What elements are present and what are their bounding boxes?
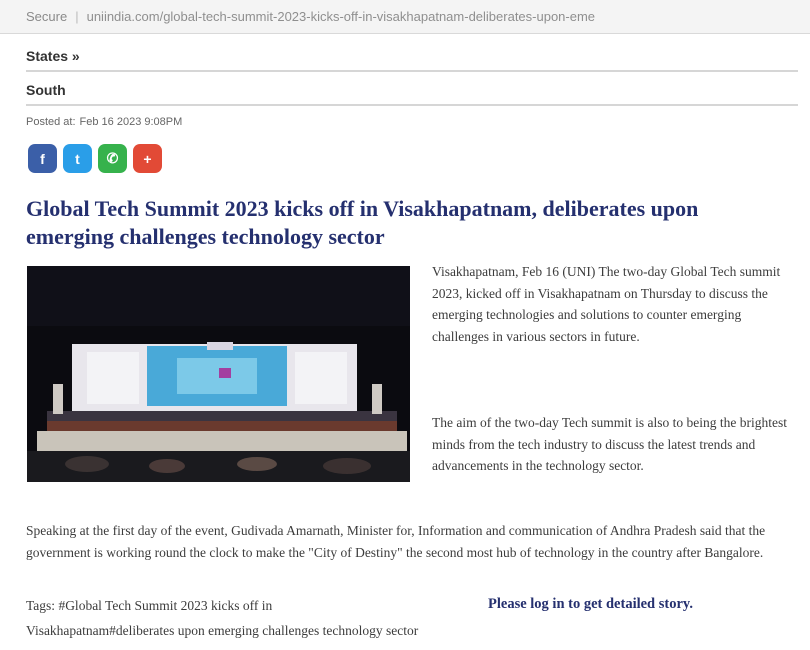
share-facebook-button[interactable]: f [28, 144, 57, 173]
share-twitter-button[interactable]: t [63, 144, 92, 173]
posted-label: Posted at: [26, 116, 76, 128]
twitter-icon: t [75, 150, 80, 167]
nav-south-link[interactable]: South [26, 76, 798, 106]
tags-text: Tags: #Global Tech Summit 2023 kicks off… [26, 598, 272, 614]
article-paragraph-3: Speaking at the first day of the event, … [26, 523, 766, 560]
secure-indicator[interactable]: Secure [26, 9, 67, 24]
whatsapp-icon: ✆ [106, 150, 119, 166]
address-separator: | [75, 9, 79, 24]
article-paragraph-1: Visakhapatnam, Feb 16 (UNI) The two-day … [432, 264, 781, 344]
facebook-icon: f [40, 150, 45, 167]
article-photo [27, 266, 410, 482]
login-prompt-link[interactable]: Please log in to get detailed story. [488, 596, 693, 613]
share-buttons: f t ✆ + [28, 144, 162, 173]
article-headline: Global Tech Summit 2023 kicks off in Vis… [26, 196, 699, 249]
posted-at: Posted at: Feb 16 2023 9:08PM [26, 116, 186, 128]
tags-label: Tags: [26, 598, 56, 613]
share-whatsapp-button[interactable]: ✆ [98, 144, 127, 173]
nav-states-label[interactable]: States » [26, 48, 80, 64]
browser-address-bar[interactable]: Secure | uniindia.com/global-tech-summit… [0, 0, 810, 34]
nav-states-link[interactable]: States » [26, 42, 798, 72]
google-plus-icon: + [143, 150, 152, 167]
posted-date: Feb 16 2023 9:08PM [79, 116, 183, 128]
tag-link-1[interactable]: #Global Tech Summit 2023 kicks off in [58, 598, 272, 613]
url-text[interactable]: uniindia.com/global-tech-summit-2023-kic… [87, 9, 595, 24]
tag-link-2[interactable]: Visakhapatnam#deliberates upon emerging … [26, 623, 418, 639]
nav-south-label[interactable]: South [26, 82, 66, 98]
conference-stage-image [27, 266, 410, 482]
share-google-plus-button[interactable]: + [133, 144, 162, 173]
tags-row: Tags: #Global Tech Summit 2023 kicks off… [26, 596, 806, 620]
article-paragraph-2: The aim of the two-day Tech summit is al… [432, 415, 787, 473]
